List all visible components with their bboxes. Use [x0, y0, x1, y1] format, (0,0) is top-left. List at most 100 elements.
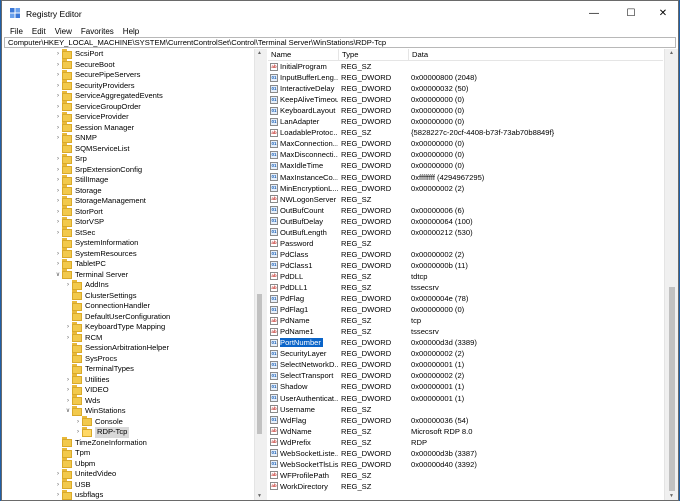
chevron-right-icon[interactable]: › [54, 165, 62, 175]
value-row[interactable]: ab PdDLL1 REG_SZ tssecsrv [268, 282, 663, 293]
value-row[interactable]: ab NWLogonServer REG_SZ [268, 194, 663, 205]
chevron-right-icon[interactable]: › [64, 333, 72, 343]
tree-item[interactable]: TerminalTypes [4, 363, 254, 375]
tree-item[interactable]: ∨ Terminal Server [4, 269, 254, 281]
tree-item[interactable]: › TabletPC [4, 258, 254, 270]
tree-item[interactable]: › VIDEO [4, 384, 254, 396]
tree-item[interactable]: › SecurePipeServers [4, 69, 254, 81]
tree-item[interactable]: SysProcs [4, 353, 254, 365]
value-row[interactable]: 01 MaxConnection... REG_DWORD 0x00000000 (0… [268, 138, 663, 149]
value-row[interactable]: ab Username REG_SZ [268, 404, 663, 415]
minimize-button[interactable]: — [577, 1, 611, 26]
value-row[interactable]: 01 WdFlag REG_DWORD 0x00000036 (54) [268, 415, 663, 426]
scroll-up-icon[interactable]: ▲ [255, 49, 264, 58]
tree-item[interactable]: › StSec [4, 227, 254, 239]
tree-item[interactable]: › AddIns [4, 279, 254, 291]
chevron-right-icon[interactable]: › [54, 196, 62, 206]
value-row[interactable]: 01 PdFlag1 REG_DWORD 0x00000000 (0) [268, 304, 663, 315]
tree-item[interactable]: DefaultUserConfiguration [4, 311, 254, 323]
chevron-right-icon[interactable]: › [54, 186, 62, 196]
value-row[interactable]: ab LoadableProtoc... REG_SZ {5828227c-20cf-… [268, 127, 663, 138]
tree-item[interactable]: ∨ WinStations [4, 405, 254, 417]
value-row[interactable]: 01 PdClass1 REG_DWORD 0x0000000b (11) [268, 260, 663, 271]
chevron-right-icon[interactable]: › [54, 70, 62, 80]
tree-item[interactable]: › SystemResources [4, 248, 254, 260]
tree-item[interactable]: › Wds [4, 395, 254, 407]
value-row[interactable]: ab PdDLL REG_SZ tdtcp [268, 271, 663, 282]
menu-help[interactable]: Help [123, 26, 139, 37]
tree-item[interactable]: ConnectionHandler [4, 300, 254, 312]
chevron-right-icon[interactable]: › [54, 60, 62, 70]
value-row[interactable]: 01 KeyboardLayout REG_DWORD 0x00000000 (0) [268, 105, 663, 116]
chevron-right-icon[interactable]: › [54, 123, 62, 133]
tree-item[interactable]: TimeZoneInformation [4, 437, 254, 449]
tree-item[interactable]: › usbflags [4, 489, 254, 500]
menu-file[interactable]: File [10, 26, 23, 37]
chevron-right-icon[interactable]: › [54, 228, 62, 238]
value-row[interactable]: 01 MaxDisconnecti... REG_DWORD 0x00000000 (… [268, 149, 663, 160]
tree-item[interactable]: › SrpExtensionConfig [4, 164, 254, 176]
chevron-right-icon[interactable]: › [54, 207, 62, 217]
value-row[interactable]: 01 WebSocketListe... REG_DWORD 0x00000d3b (… [268, 448, 663, 459]
value-row[interactable]: 01 OutBufDelay REG_DWORD 0x00000064 (100) [268, 216, 663, 227]
address-bar[interactable]: Computer\HKEY_LOCAL_MACHINE\SYSTEM\Curre… [4, 37, 676, 48]
value-row[interactable]: 01 SelectTransport REG_DWORD 0x00000002 (2) [268, 370, 663, 381]
tree-item[interactable]: › RCM [4, 332, 254, 344]
value-row[interactable]: 01 MaxIdleTime REG_DWORD 0x00000000 (0) [268, 160, 663, 171]
scroll-down-icon[interactable]: ▼ [255, 492, 264, 500]
tree-item[interactable]: SessionArbitrationHelper [4, 342, 254, 354]
tree-item[interactable]: › UnitedVideo [4, 468, 254, 480]
value-row[interactable]: 01 InteractiveDelay REG_DWORD 0x00000032 (5… [268, 83, 663, 94]
chevron-down-icon[interactable]: ∨ [54, 270, 62, 280]
scroll-down-icon[interactable]: ▼ [665, 492, 678, 500]
tree-item[interactable]: › StorageManagement [4, 195, 254, 207]
maximize-button[interactable]: ☐ [614, 1, 648, 26]
chevron-right-icon[interactable]: › [74, 417, 82, 427]
value-row[interactable]: 01 KeepAliveTimeout REG_DWORD 0x00000000 (0… [268, 94, 663, 105]
tree-item[interactable]: SQMServiceList [4, 143, 254, 155]
tree-scrollbar[interactable]: ▲ ▼ [254, 49, 264, 500]
tree-item[interactable]: › Session Manager [4, 122, 254, 134]
chevron-right-icon[interactable]: › [54, 133, 62, 143]
pane-splitter[interactable] [264, 49, 267, 500]
tree-scroll-thumb[interactable] [257, 294, 262, 434]
value-row[interactable]: ab PdName REG_SZ tcp [268, 315, 663, 326]
chevron-right-icon[interactable]: › [54, 249, 62, 259]
menu-favorites[interactable]: Favorites [81, 26, 114, 37]
chevron-right-icon[interactable]: › [54, 259, 62, 269]
value-row[interactable]: 01 InputBufferLeng... REG_DWORD 0x00000800 … [268, 72, 663, 83]
value-row[interactable]: 01 MaxInstanceCo... REG_DWORD 0xffffffff (4… [268, 172, 663, 183]
scroll-up-icon[interactable]: ▲ [665, 49, 678, 58]
chevron-right-icon[interactable]: › [64, 280, 72, 290]
value-row[interactable]: ab InitialProgram REG_SZ [268, 61, 663, 72]
tree-item[interactable]: › RDP-Tcp [4, 426, 254, 438]
value-row[interactable]: ab WdName REG_SZ Microsoft RDP 8.0 [268, 426, 663, 437]
tree-item[interactable]: › StillImage [4, 174, 254, 186]
value-row[interactable]: 01 SelectNetworkD... REG_DWORD 0x00000001 (… [268, 359, 663, 370]
chevron-right-icon[interactable]: › [54, 480, 62, 490]
tree-item[interactable]: › ServiceProvider [4, 111, 254, 123]
column-header-data[interactable]: Data [409, 49, 663, 60]
value-row[interactable]: 01 LanAdapter REG_DWORD 0x00000000 (0) [268, 116, 663, 127]
chevron-down-icon[interactable]: ∨ [64, 406, 72, 416]
chevron-right-icon[interactable]: › [54, 91, 62, 101]
values-scrollbar[interactable]: ▲ ▼ [664, 49, 678, 500]
value-row[interactable]: 01WebSocketTlsLis...REG_DWORD 0x00000d40 … [268, 459, 663, 470]
tree-item[interactable]: › StorPort [4, 206, 254, 218]
tree-item[interactable]: Ubpm [4, 458, 254, 470]
value-row[interactable]: 01 Shadow REG_DWORD 0x00000001 (1) [268, 381, 663, 392]
menu-view[interactable]: View [55, 26, 72, 37]
tree-item[interactable]: › Srp [4, 153, 254, 165]
chevron-right-icon[interactable]: › [54, 154, 62, 164]
tree-item[interactable]: › Storage [4, 185, 254, 197]
tree-item[interactable]: › SNMP [4, 132, 254, 144]
chevron-right-icon[interactable]: › [64, 396, 72, 406]
value-row[interactable]: 01 PortNumber REG_DWORD 0x00000d3d (3389) [268, 337, 663, 348]
tree-item[interactable]: › Utilities [4, 374, 254, 386]
value-row[interactable]: ab Password REG_SZ [268, 238, 663, 249]
chevron-right-icon[interactable]: › [74, 427, 82, 437]
value-row[interactable]: ab WorkDirectory REG_SZ [268, 481, 663, 492]
values-list-pane[interactable]: Name Type Data ab InitialProgram REG_SZ 01 I… [268, 49, 663, 500]
tree-item[interactable]: › KeyboardType Mapping [4, 321, 254, 333]
chevron-right-icon[interactable]: › [54, 112, 62, 122]
